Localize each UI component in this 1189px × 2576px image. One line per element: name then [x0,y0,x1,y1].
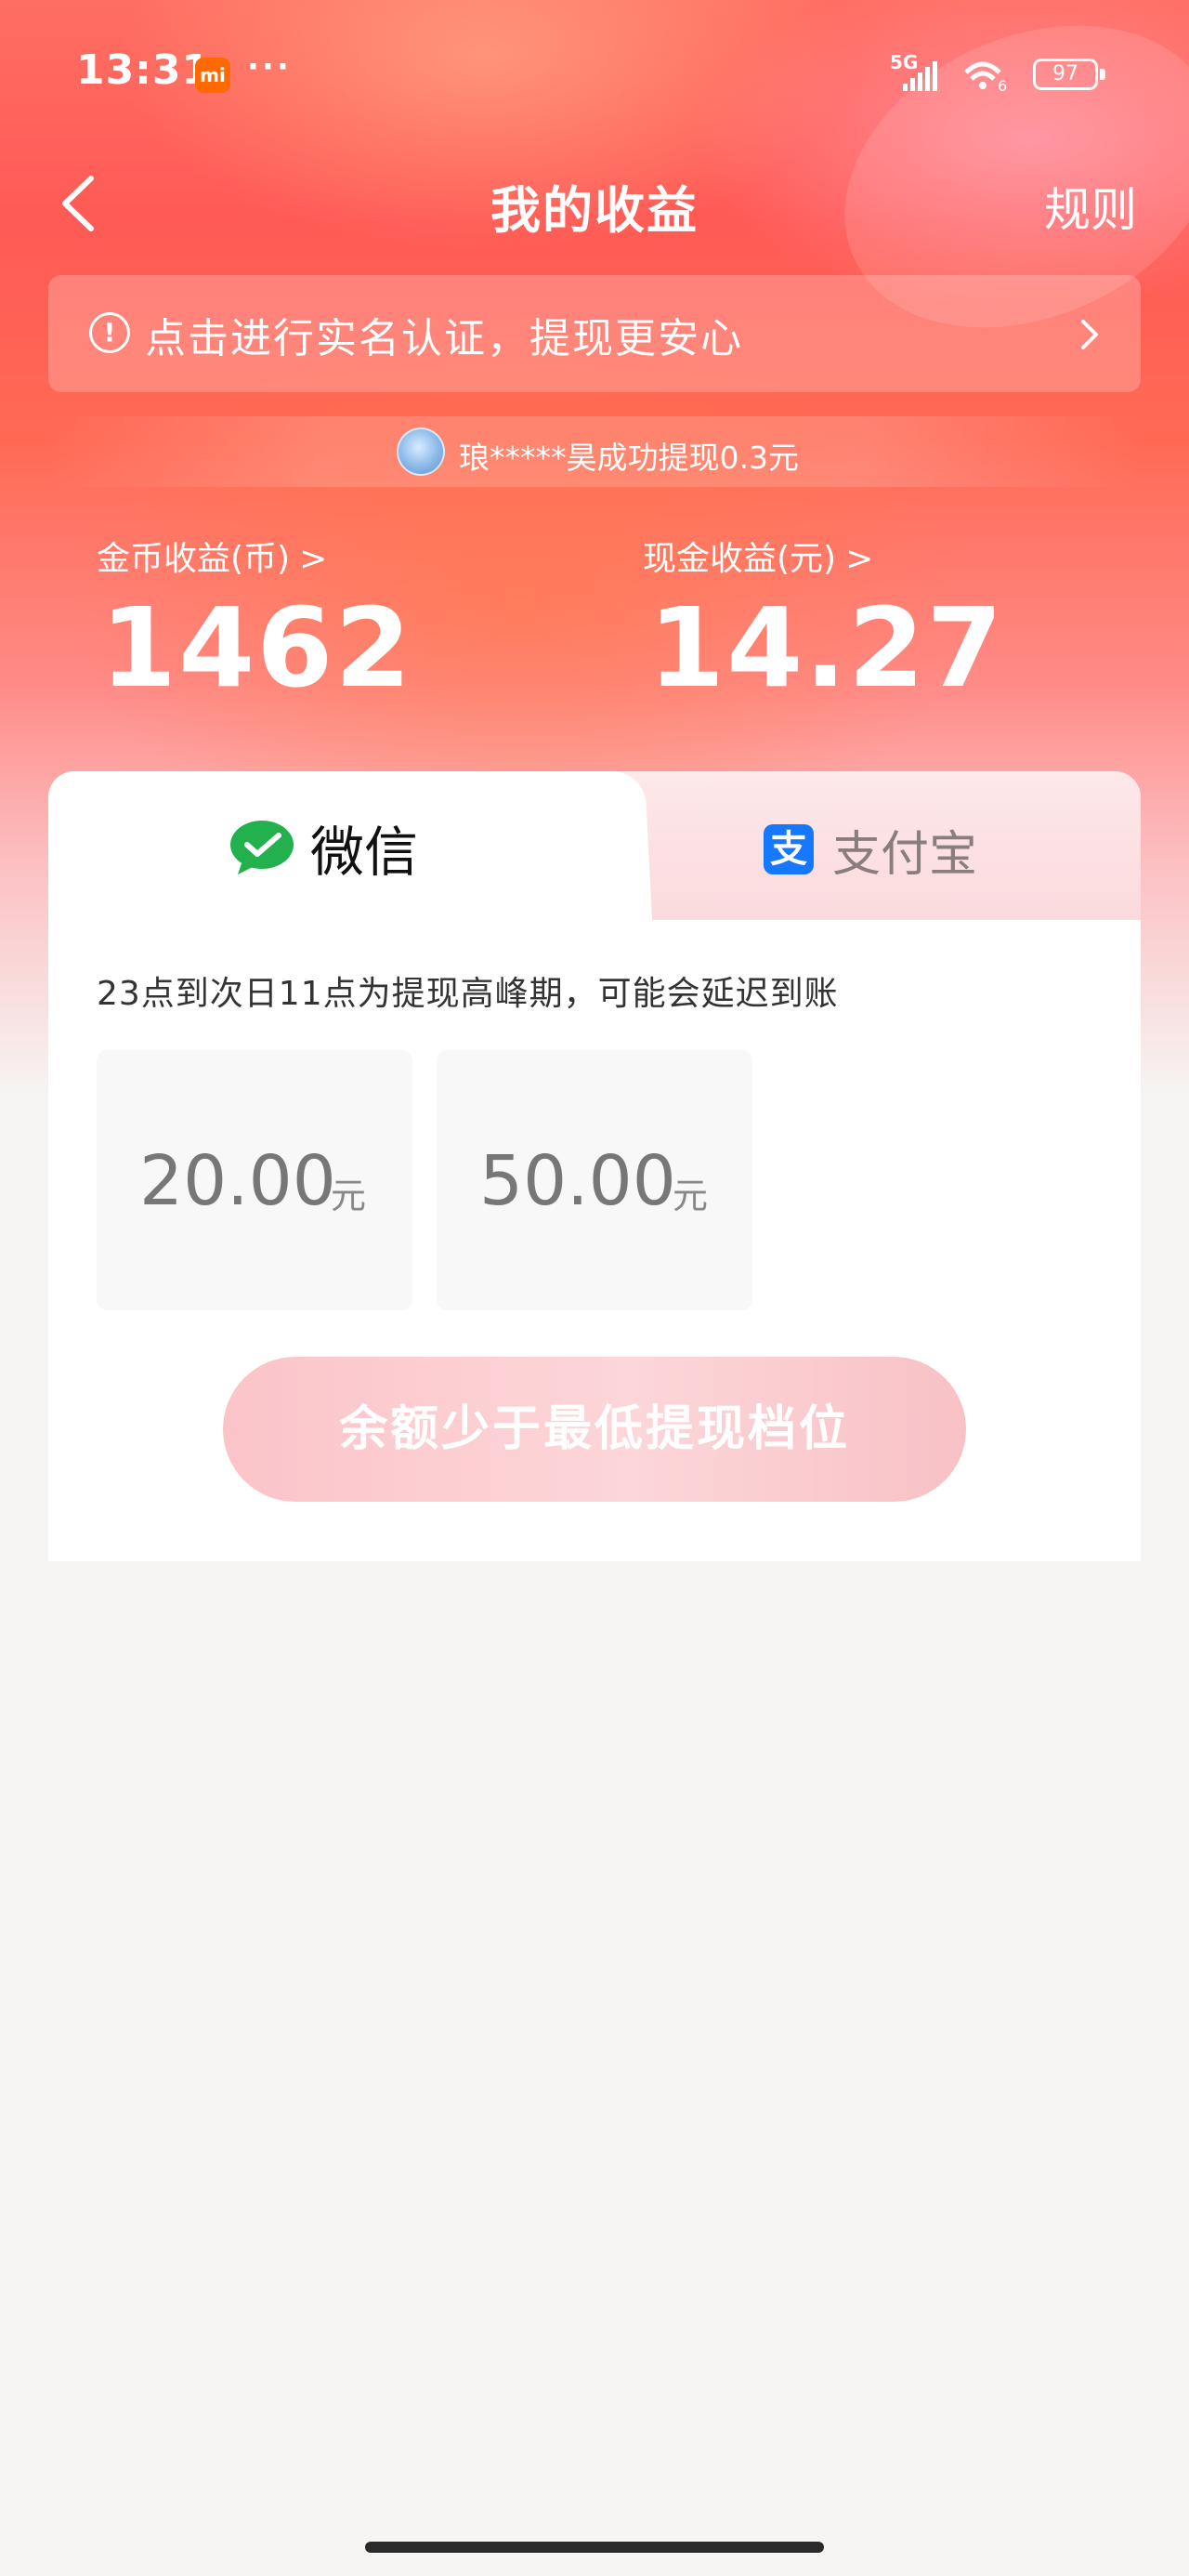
battery-nub [1100,69,1105,80]
ticker-text: 琅*****昊成功提现0.3元 [459,440,799,476]
wifi-sub-label: 6 [998,77,1007,95]
amount-unit: 元 [673,1176,709,1216]
chevron-right-icon [1081,320,1098,349]
amount-value: 20.00 [139,1141,336,1221]
amount-unit: 元 [331,1176,367,1216]
network-type-label: 5G [890,51,918,73]
alipay-icon: 支 [764,824,814,874]
withdraw-ticker: 琅*****昊成功提现0.3元 [48,416,1141,487]
amount-option-50[interactable]: 50.00 元 [437,1050,752,1310]
tab-wechat-content[interactable]: 微信 [229,812,418,884]
amount-value: 50.00 [479,1141,676,1221]
mi-app-icon: mi [195,58,230,93]
battery-level: 97 [1052,62,1078,85]
coin-earnings-value: 1462 [100,584,413,712]
home-indicator[interactable] [365,2542,824,2553]
battery-icon: 97 [1033,59,1098,90]
real-name-verify-banner[interactable]: ! 点击进行实名认证，提现更安心 [48,275,1141,392]
cash-earnings-value: 14.27 [648,584,1005,712]
status-bar: 13:31 mi ··· 5G 6 97 [0,0,1189,149]
peak-time-notice: 23点到次日11点为提现高峰期，可能会延迟到账 [97,975,839,1013]
cash-earnings-label-text: 现金收益(元) [643,540,837,578]
more-notifications-icon: ··· [247,48,292,85]
info-icon: ! [89,312,130,353]
signal-wifi-icon: 5G 6 [890,51,1007,95]
wechat-icon [230,821,294,874]
rules-link[interactable]: 规则 [1044,173,1137,240]
tab-alipay-label: 支付宝 [832,826,978,883]
verify-banner-text: 点击进行实名认证，提现更安心 [145,315,743,362]
avatar [397,427,445,476]
chevron-right-icon: > [845,540,874,578]
status-time: 13:31 [76,46,212,94]
coin-earnings-label[interactable]: 金币收益(币) > [97,532,327,580]
coin-earnings-label-text: 金币收益(币) [97,540,291,578]
amount-option-20[interactable]: 20.00 元 [97,1050,412,1310]
page-title: 我的收益 [490,181,699,240]
chevron-right-icon: > [299,540,328,578]
withdraw-card: 微信 支 支付宝 23点到次日11点为提现高峰期，可能会延迟到账 20.00 元… [48,771,1141,1561]
tab-alipay-content[interactable]: 支 支付宝 [764,814,977,885]
withdraw-button[interactable]: 余额少于最低提现档位 [223,1357,966,1502]
cash-earnings-label[interactable]: 现金收益(元) > [643,532,873,580]
tab-wechat-edge [560,771,653,922]
tab-wechat-label: 微信 [310,821,419,884]
